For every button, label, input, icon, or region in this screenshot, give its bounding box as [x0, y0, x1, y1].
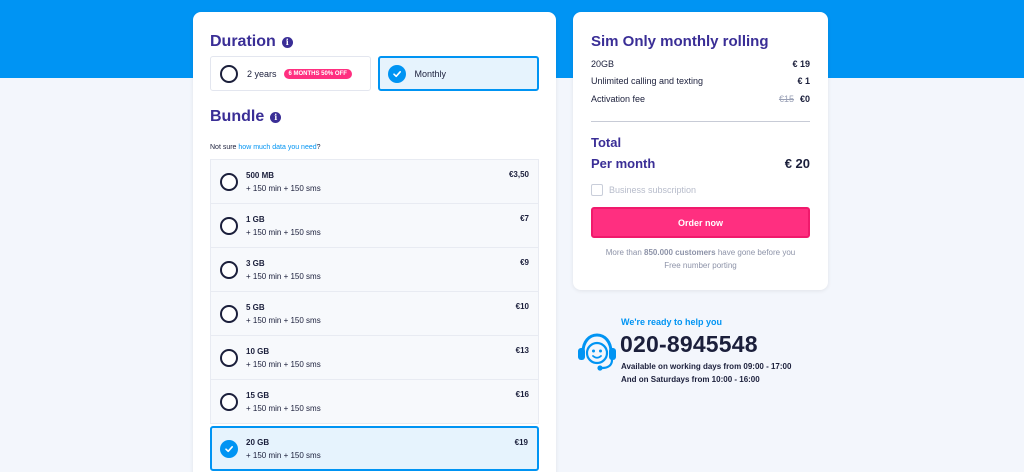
foot-suffix: have gone before you [715, 248, 796, 257]
data-needs-link[interactable]: how much data you need [238, 144, 316, 151]
summary-divider [591, 121, 810, 122]
business-checkbox[interactable] [591, 184, 603, 196]
total-label: Total [591, 135, 622, 150]
info-icon[interactable]: i [270, 111, 282, 123]
summary-line-value: € 1 [797, 76, 810, 86]
summary-line-data: 20GB € 19 [591, 59, 810, 69]
bundle-name: 20 GB [246, 437, 270, 447]
bundle-heading: Bundle i [210, 108, 282, 126]
bundle-price: €9 [520, 258, 529, 267]
bundle-price: €19 [514, 438, 528, 447]
duration-options: 2 years 6 MONTHS 50% OFF Monthly [210, 56, 539, 91]
duration-option-monthly[interactable]: Monthly [377, 56, 539, 91]
bundle-desc: + 150 min + 150 sms [246, 271, 321, 281]
bundle-price: €10 [515, 302, 529, 311]
bundle-desc: + 150 min + 150 sms [246, 315, 321, 325]
bundle-desc: + 150 min + 150 sms [246, 403, 321, 413]
promo-badge: 6 MONTHS 50% OFF [283, 68, 352, 79]
radio-unchecked-icon[interactable] [220, 304, 238, 323]
bundle-name: 10 GB [246, 346, 270, 356]
duration-heading: Duration i [210, 33, 293, 51]
summary-line-value: €0 [799, 94, 810, 104]
bundle-option-10gb[interactable]: 10 GB + 150 min + 150 sms €13 [210, 335, 539, 380]
bundle-desc: + 150 min + 150 sms [246, 183, 321, 193]
per-month-label: Per month [591, 156, 656, 171]
summary-line-label: 20GB [591, 59, 615, 69]
bundle-price: €16 [515, 390, 529, 399]
bundle-title: Bundle [210, 108, 265, 125]
bundle-price: €13 [515, 346, 529, 355]
summary-line-value: € 19 [792, 59, 810, 69]
bundle-name: 3 GB [246, 258, 265, 268]
per-month-value: € 20 [784, 156, 810, 171]
order-summary: Sim Only monthly rolling 20GB € 19 Unlim… [573, 12, 828, 290]
bundle-list: 500 MB + 150 min + 150 sms €3,50 1 GB + … [210, 159, 539, 471]
business-label: Business subscription [609, 185, 697, 195]
info-icon[interactable]: i [281, 36, 293, 48]
radio-unchecked-icon[interactable] [220, 348, 238, 367]
bundle-help-suffix: ? [316, 144, 321, 151]
bundle-option-20gb[interactable]: 20 GB + 150 min + 150 sms €19 [210, 426, 539, 471]
radio-checked-icon[interactable] [387, 64, 406, 83]
summary-line-calling: Unlimited calling and texting € 1 [591, 76, 810, 86]
bundle-help-text: Not sure how much data you need? [210, 144, 321, 151]
duration-option-label: Monthly [414, 68, 447, 79]
per-month-row: Per month € 20 [591, 156, 810, 171]
radio-unchecked-icon[interactable] [220, 64, 238, 83]
foot-bold: 850.000 customers [644, 248, 716, 257]
bundle-option-500mb[interactable]: 500 MB + 150 min + 150 sms €3,50 [210, 159, 539, 204]
help-heading: We're ready to help you [621, 317, 722, 327]
bundle-desc: + 150 min + 150 sms [246, 450, 321, 460]
bundle-price: €3,50 [508, 170, 529, 179]
foot-prefix: More than [605, 248, 644, 257]
bundle-option-1gb[interactable]: 1 GB + 150 min + 150 sms €7 [210, 203, 539, 248]
social-proof-text: More than 850.000 customers have gone be… [573, 248, 828, 257]
bundle-desc: + 150 min + 150 sms [246, 359, 321, 369]
radio-checked-icon[interactable] [220, 439, 238, 458]
bundle-option-3gb[interactable]: 3 GB + 150 min + 150 sms €9 [210, 247, 539, 292]
help-phone-number[interactable]: 020-8945548 [620, 331, 758, 358]
bundle-price: €7 [520, 214, 529, 223]
order-now-button[interactable]: Order now [591, 207, 810, 238]
radio-unchecked-icon[interactable] [220, 172, 238, 191]
support-agent-icon [578, 333, 616, 371]
number-porting-text: Free number porting [664, 261, 737, 270]
bundle-option-5gb[interactable]: 5 GB + 150 min + 150 sms €10 [210, 291, 539, 336]
duration-option-label: 2 years [247, 68, 277, 79]
help-hours-saturday: And on Saturdays from 10:00 - 16:00 [621, 375, 760, 384]
duration-title: Duration [210, 33, 276, 50]
summary-line-activation: Activation fee €15 €0 [591, 94, 810, 104]
bundle-name: 15 GB [246, 390, 270, 400]
duration-option-2-years[interactable]: 2 years 6 MONTHS 50% OFF [210, 56, 371, 91]
radio-unchecked-icon[interactable] [220, 392, 238, 411]
radio-unchecked-icon[interactable] [220, 260, 238, 279]
bundle-desc: + 150 min + 150 sms [246, 227, 321, 237]
help-hours-weekdays: Available on working days from 09:00 - 1… [621, 362, 792, 371]
old-price: €15 [778, 94, 794, 104]
bundle-name: 5 GB [246, 302, 265, 312]
summary-line-label: Unlimited calling and texting [591, 76, 704, 86]
summary-line-label: Activation fee [591, 94, 646, 104]
summary-title: Sim Only monthly rolling [591, 33, 769, 50]
bundle-option-15gb[interactable]: 15 GB + 150 min + 150 sms €16 [210, 379, 539, 424]
plan-configurator: Duration i 2 years 6 MONTHS 50% OFF Mont… [193, 12, 556, 472]
bundle-name: 1 GB [246, 214, 265, 224]
bundle-help-prefix: Not sure [210, 144, 239, 151]
business-subscription[interactable]: Business subscription [591, 184, 696, 196]
bundle-name: 500 MB [246, 170, 275, 180]
radio-unchecked-icon[interactable] [220, 216, 238, 235]
